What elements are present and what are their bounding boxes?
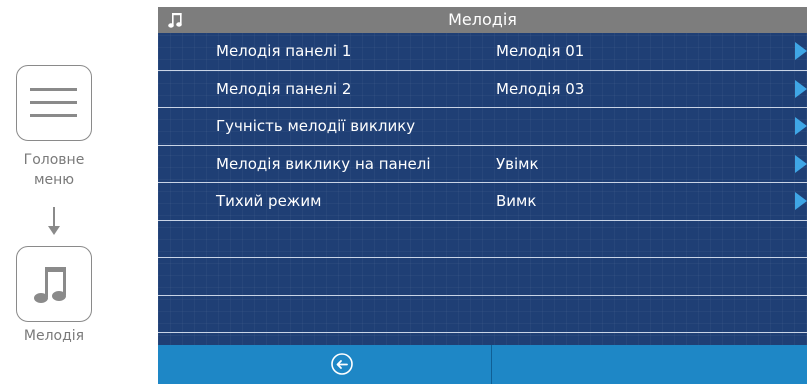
empty-row [158, 296, 807, 333]
menu-item-label: Мелодія панелі 1 [216, 42, 352, 60]
chevron-right-icon[interactable] [795, 192, 807, 210]
menu-item-call-volume[interactable]: Гучність мелодії виклику [158, 108, 807, 146]
melody-screen: Мелодія Мелодія панелі 1 Мелодія 01 Мело… [158, 7, 807, 384]
chevron-right-icon[interactable] [795, 154, 807, 173]
main-menu-guide-icon [16, 65, 92, 141]
menu-item-label: Тихий режим [216, 192, 322, 210]
melody-guide-label: Мелодія [23, 328, 85, 344]
title-bar: Мелодія [158, 7, 807, 33]
chevron-right-icon[interactable] [795, 42, 807, 60]
settings-list: Мелодія панелі 1 Мелодія 01 Мелодія пане… [158, 33, 807, 333]
bottom-bar [158, 345, 807, 384]
menu-item-label: Мелодія виклику на панелі [216, 154, 431, 173]
screen-title: Мелодія [448, 10, 517, 29]
menu-item-value: Вимк [496, 192, 537, 210]
bottom-divider [491, 345, 492, 384]
menu-item-label: Гучність мелодії виклику [216, 117, 416, 135]
menu-lines-icon [30, 88, 77, 117]
down-arrow-icon [48, 226, 60, 235]
menu-item-silent-mode[interactable]: Тихий режим Вимк [158, 183, 807, 221]
menu-item-value: Увімк [496, 154, 539, 173]
menu-item-label: Мелодія панелі 2 [216, 79, 352, 98]
menu-item-panel-melody-2[interactable]: Мелодія панелі 2 Мелодія 03 [158, 71, 807, 108]
main-menu-guide-label: Головне меню [23, 152, 85, 188]
chevron-right-icon[interactable] [795, 79, 807, 98]
back-arrow-icon[interactable] [330, 352, 354, 376]
menu-item-panel-melody-1[interactable]: Мелодія панелі 1 Мелодія 01 [158, 33, 807, 71]
chevron-right-icon[interactable] [795, 117, 807, 135]
empty-row [158, 258, 807, 296]
menu-item-value: Мелодія 01 [496, 42, 585, 60]
menu-item-panel-call-melody[interactable]: Мелодія виклику на панелі Увімк [158, 146, 807, 183]
music-note-icon [34, 267, 66, 303]
menu-item-value: Мелодія 03 [496, 79, 585, 98]
empty-row [158, 221, 807, 258]
melody-guide-icon [16, 246, 92, 322]
